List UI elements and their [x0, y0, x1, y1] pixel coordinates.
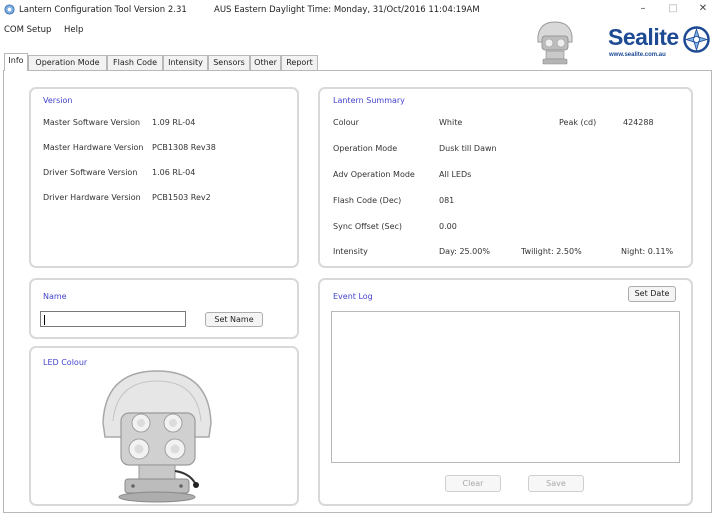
tab-report[interactable]: Report: [281, 55, 318, 70]
title-bar: Lantern Configuration Tool Version 2.31 …: [0, 0, 714, 20]
tab-intensity[interactable]: Intensity: [163, 55, 208, 70]
driver-software-value: 1.06 RL-04: [152, 168, 196, 177]
tab-info[interactable]: Info: [4, 53, 28, 71]
menu-com-setup[interactable]: COM Setup: [4, 25, 51, 35]
tab-other[interactable]: Other: [250, 55, 281, 70]
maximize-button[interactable]: □: [662, 2, 684, 16]
colour-label: Colour: [333, 118, 359, 127]
driver-hardware-value: PCB1503 Rev2: [152, 193, 211, 202]
close-button[interactable]: ✕: [692, 2, 714, 16]
led-colour-panel: LED Colour: [29, 346, 299, 506]
flash-code-value: 081: [439, 196, 455, 205]
peak-value: 424288: [623, 118, 654, 127]
sync-offset-value: 0.00: [439, 222, 457, 231]
intensity-twilight-value: Twilight: 2.50%: [521, 247, 582, 256]
operation-mode-value: Dusk till Dawn: [439, 144, 497, 153]
save-button[interactable]: Save: [528, 475, 584, 492]
name-panel: Name Set Name: [29, 278, 299, 339]
master-software-label: Master Software Version: [43, 118, 141, 127]
menu-help[interactable]: Help: [64, 25, 83, 35]
master-hardware-label: Master Hardware Version: [43, 143, 144, 152]
window-title: Lantern Configuration Tool Version 2.31: [19, 5, 187, 15]
version-title: Version: [43, 96, 73, 105]
lantern-summary-title: Lantern Summary: [333, 96, 405, 105]
lantern-image: [102, 370, 212, 503]
event-log-panel: Event Log Set Date Clear Save: [318, 278, 693, 506]
driver-hardware-label: Driver Hardware Version: [43, 193, 141, 202]
adv-operation-mode-label: Adv Operation Mode: [333, 170, 415, 179]
driver-software-label: Driver Software Version: [43, 168, 138, 177]
sync-offset-label: Sync Offset (Sec): [333, 222, 403, 231]
clear-button[interactable]: Clear: [445, 475, 501, 492]
sealite-swirl-icon: [683, 26, 710, 53]
set-date-button[interactable]: Set Date: [628, 286, 676, 302]
lantern-summary-panel: Lantern Summary Colour White Peak (cd) 4…: [318, 87, 693, 268]
timezone-clock: AUS Eastern Daylight Time: Monday, 31/Oc…: [214, 5, 480, 15]
tab-flash-code[interactable]: Flash Code: [107, 55, 163, 70]
name-title: Name: [43, 292, 67, 301]
peak-label: Peak (cd): [559, 118, 597, 127]
master-software-value: 1.09 RL-04: [152, 118, 196, 127]
led-colour-title: LED Colour: [43, 358, 88, 367]
operation-mode-label: Operation Mode: [333, 144, 398, 153]
logo-brand-text: Sealite: [608, 24, 679, 50]
app-icon: [4, 4, 15, 15]
intensity-label: Intensity: [333, 247, 368, 256]
tab-sensors[interactable]: Sensors: [208, 55, 250, 70]
intensity-day-value: Day: 25.00%: [439, 247, 490, 256]
adv-operation-mode-value: All LEDs: [439, 170, 472, 179]
event-log-list[interactable]: [331, 311, 680, 463]
master-hardware-value: PCB1308 Rev38: [152, 143, 216, 152]
text-caret: [44, 315, 45, 325]
event-log-title: Event Log: [333, 292, 373, 301]
version-panel: Version Master Software Version 1.09 RL-…: [29, 87, 299, 268]
set-name-button[interactable]: Set Name: [205, 312, 263, 327]
logo-url-text: www.sealite.com.au: [609, 52, 666, 58]
lantern-thumbnail-image: [537, 21, 573, 65]
flash-code-label: Flash Code (Dec): [333, 196, 402, 205]
sealite-logo: Sealite www.sealite.com.au: [600, 18, 710, 68]
tab-operation-mode[interactable]: Operation Mode: [28, 55, 107, 70]
name-input[interactable]: [40, 311, 186, 327]
colour-value: White: [439, 118, 463, 127]
minimize-button[interactable]: –: [632, 2, 654, 16]
intensity-night-value: Night: 0.11%: [621, 247, 674, 256]
